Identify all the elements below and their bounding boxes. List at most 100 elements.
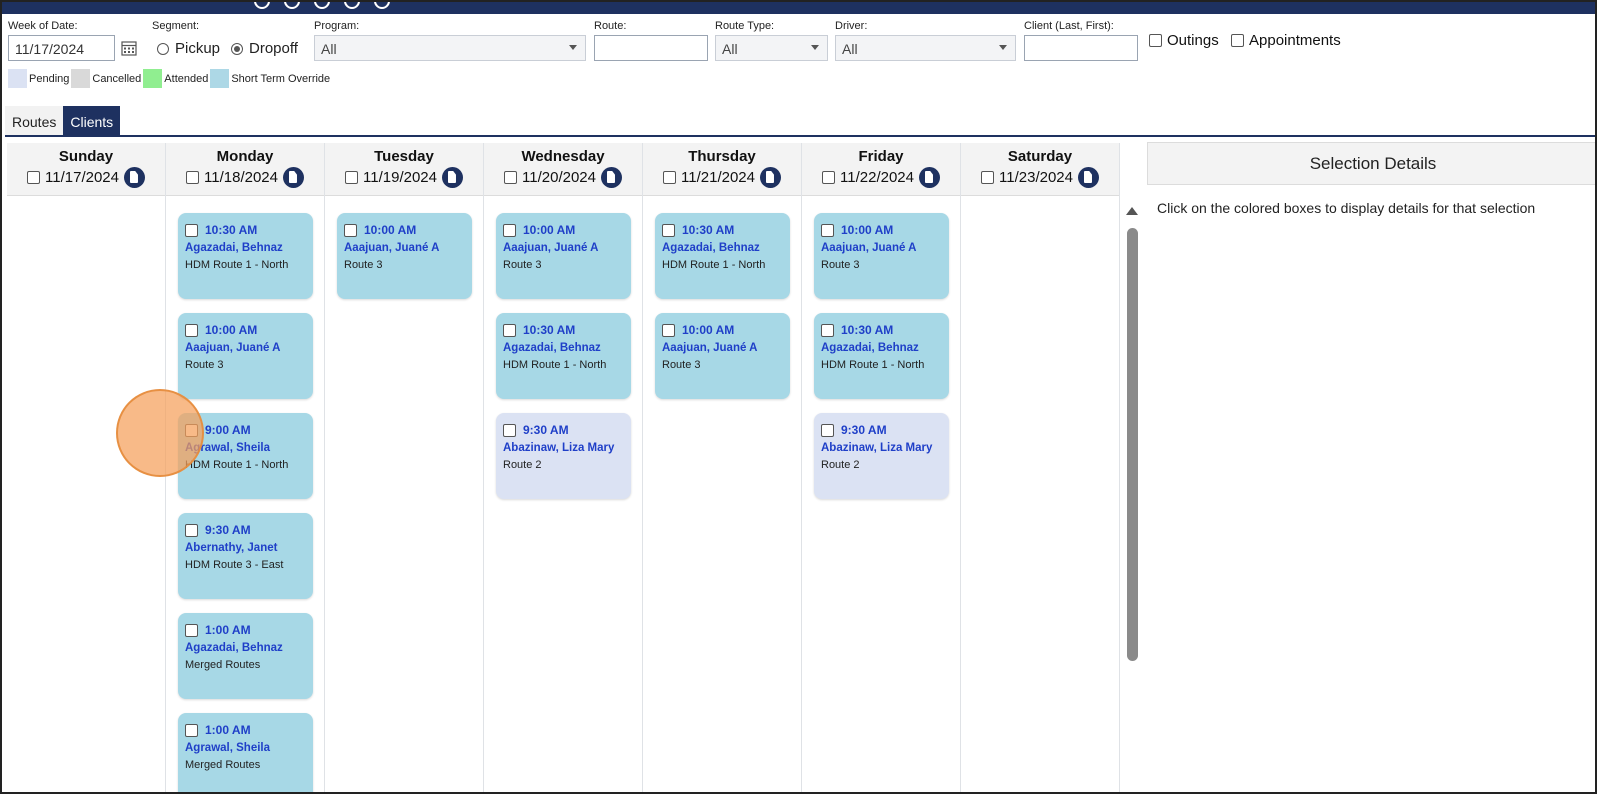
card-time: 10:00 AM (841, 223, 894, 237)
tab-clients[interactable]: Clients (63, 106, 121, 136)
schedule-card[interactable]: 10:00 AM Aaajuan, Juané A Route 3 (178, 313, 313, 399)
dropoff-radio[interactable]: Dropoff (231, 40, 298, 57)
card-client-name[interactable]: Agazadai, Behnaz (662, 242, 783, 254)
day-name: Friday (858, 148, 904, 165)
card-client-name[interactable]: Agazadai, Behnaz (503, 342, 624, 354)
day-date: 11/20/2024 (522, 169, 596, 186)
card-route: Route 3 (503, 259, 542, 271)
schedule-card[interactable]: 1:00 AM Agrawal, Sheila Merged Routes (178, 713, 313, 792)
card-checkbox[interactable] (821, 223, 834, 237)
card-checkbox[interactable] (185, 523, 198, 537)
card-checkbox[interactable] (185, 723, 198, 737)
schedule-card[interactable]: 9:30 AM Abernathy, Janet HDM Route 3 - Eas… (178, 513, 313, 599)
header-circle-icon (314, 2, 330, 9)
card-route: Merged Routes (185, 759, 261, 771)
radio-circle-icon (231, 42, 243, 55)
day-select-checkbox[interactable] (186, 171, 200, 184)
status-legend: Pending Cancelled Attended Short Term Ov… (8, 69, 330, 88)
card-client-name[interactable]: Aaajuan, Juané A (185, 342, 306, 354)
appointments-checkbox[interactable]: Appointments (1231, 32, 1341, 49)
pickup-radio[interactable]: Pickup (157, 40, 220, 57)
card-checkbox[interactable] (185, 223, 198, 237)
pending-swatch (8, 69, 27, 88)
card-time: 10:00 AM (682, 323, 735, 337)
card-client-name[interactable]: Agazadai, Behnaz (185, 242, 306, 254)
card-client-name[interactable]: Aaajuan, Juané A (344, 242, 465, 254)
checkbox-icon (1149, 34, 1162, 47)
card-time-row: 10:00 AM (503, 223, 624, 237)
document-icon[interactable] (759, 167, 781, 188)
card-client-name[interactable]: Abernathy, Janet (185, 542, 306, 554)
card-client-name[interactable]: Agazadai, Behnaz (821, 342, 942, 354)
day-header: Saturday 11/23/2024 (961, 143, 1119, 196)
route-type-select[interactable]: All (715, 35, 828, 61)
card-client-name[interactable]: Aaajuan, Juané A (662, 342, 783, 354)
schedule-card[interactable]: 10:30 AM Agazadai, Behnaz HDM Route 1 - No… (655, 213, 790, 299)
day-select-checkbox[interactable] (981, 171, 995, 184)
tab-routes[interactable]: Routes (5, 106, 64, 136)
scroll-up-arrow-icon[interactable] (1126, 207, 1138, 215)
document-icon[interactable] (282, 167, 304, 188)
card-route: HDM Route 1 - North (662, 259, 766, 271)
calendar-scrollbar[interactable] (1124, 203, 1140, 792)
card-client-name[interactable]: Agrawal, Sheila (185, 442, 306, 454)
day-select-checkbox[interactable] (345, 171, 359, 184)
document-icon[interactable] (123, 167, 145, 188)
selection-details-hint: Click on the colored boxes to display de… (1157, 200, 1536, 216)
card-checkbox[interactable] (821, 423, 834, 437)
document-icon[interactable] (918, 167, 940, 188)
card-client-name[interactable]: Aaajuan, Juané A (821, 242, 942, 254)
card-client-name[interactable]: Agrawal, Sheila (185, 742, 306, 754)
card-time: 10:00 AM (205, 323, 258, 337)
card-checkbox[interactable] (503, 223, 516, 237)
day-name: Monday (216, 148, 274, 165)
schedule-card[interactable]: 1:00 AM Agazadai, Behnaz Merged Routes (178, 613, 313, 699)
schedule-card[interactable]: 10:00 AM Aaajuan, Juané A Route 3 (814, 213, 949, 299)
driver-select[interactable]: All (835, 35, 1016, 61)
card-route: HDM Route 1 - North (185, 459, 289, 471)
card-checkbox[interactable] (185, 323, 198, 337)
card-checkbox[interactable] (662, 323, 675, 337)
card-checkbox[interactable] (185, 623, 198, 637)
schedule-card[interactable]: 10:30 AM Agazadai, Behnaz HDM Route 1 - No… (178, 213, 313, 299)
schedule-card[interactable]: 10:00 AM Aaajuan, Juané A Route 3 (496, 213, 631, 299)
day-date-row: 11/23/2024 (961, 167, 1119, 188)
card-client-name[interactable]: Agazadai, Behnaz (185, 642, 306, 654)
schedule-card[interactable]: 9:30 AM Abazinaw, Liza Mary Route 2 (496, 413, 631, 499)
day-select-checkbox[interactable] (663, 171, 677, 184)
card-route: Route 3 (821, 259, 860, 271)
card-checkbox[interactable] (503, 423, 516, 437)
card-checkbox[interactable] (662, 223, 675, 237)
week-of-date-input[interactable]: 11/17/2024 (8, 35, 115, 61)
program-select[interactable]: All (314, 35, 586, 61)
day-select-checkbox[interactable] (504, 171, 518, 184)
outings-checkbox[interactable]: Outings (1149, 32, 1219, 49)
document-icon[interactable] (1077, 167, 1099, 188)
card-checkbox[interactable] (821, 323, 834, 337)
card-time-row: 10:30 AM (185, 223, 306, 237)
scrollbar-thumb[interactable] (1127, 228, 1138, 661)
document-icon[interactable] (441, 167, 463, 188)
schedule-card[interactable]: 10:30 AM Agazadai, Behnaz HDM Route 1 - No… (496, 313, 631, 399)
schedule-card[interactable]: 10:00 AM Aaajuan, Juané A Route 3 (655, 313, 790, 399)
card-checkbox[interactable] (503, 323, 516, 337)
day-select-checkbox[interactable] (822, 171, 836, 184)
schedule-card[interactable]: 9:30 AM Abazinaw, Liza Mary Route 2 (814, 413, 949, 499)
card-time-row: 10:00 AM (821, 223, 942, 237)
card-time: 9:30 AM (523, 423, 569, 437)
card-time-row: 9:30 AM (821, 423, 942, 437)
day-header: Sunday 11/17/2024 (7, 143, 165, 196)
schedule-card[interactable]: 10:30 AM Agazadai, Behnaz HDM Route 1 - No… (814, 313, 949, 399)
schedule-card[interactable]: 10:00 AM Aaajuan, Juané A Route 3 (337, 213, 472, 299)
client-input[interactable] (1024, 35, 1138, 61)
card-client-name[interactable]: Aaajuan, Juané A (503, 242, 624, 254)
day-select-checkbox[interactable] (27, 171, 41, 184)
day-name: Thursday (688, 148, 756, 165)
document-icon[interactable] (600, 167, 622, 188)
chevron-down-icon (811, 45, 819, 50)
calendar-icon[interactable] (121, 40, 137, 56)
route-input[interactable] (594, 35, 708, 61)
card-client-name[interactable]: Abazinaw, Liza Mary (503, 442, 624, 454)
card-checkbox[interactable] (344, 223, 357, 237)
card-client-name[interactable]: Abazinaw, Liza Mary (821, 442, 942, 454)
